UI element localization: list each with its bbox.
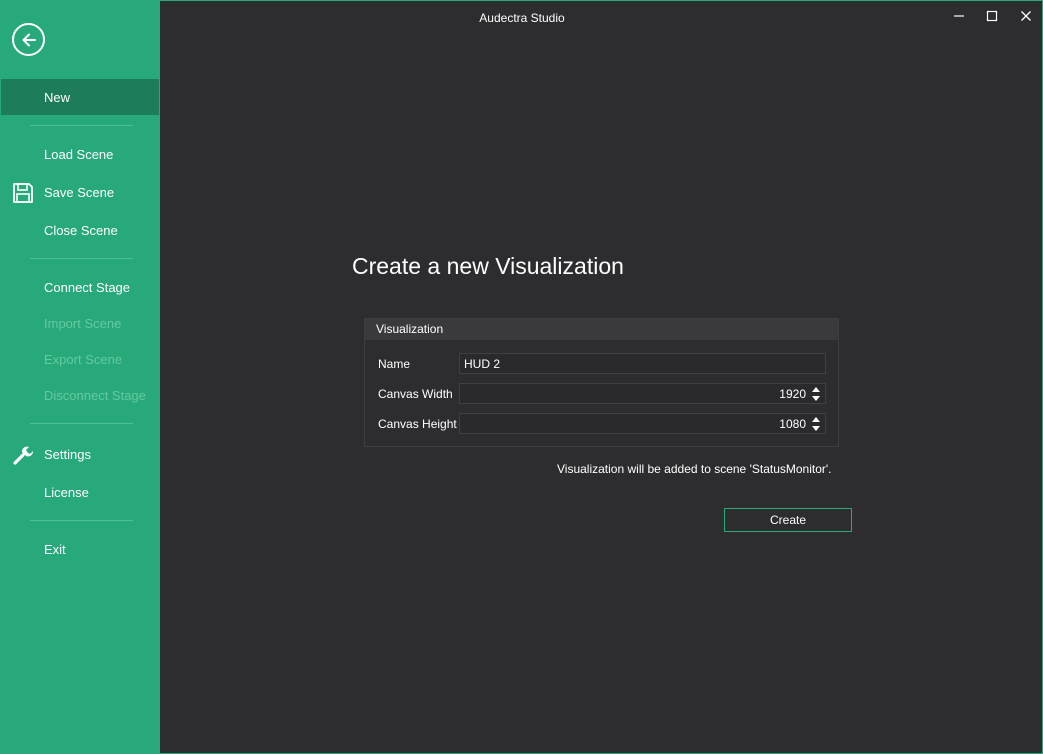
- maximize-icon: [986, 10, 998, 22]
- name-input[interactable]: [459, 353, 826, 374]
- sidebar-item-label: Disconnect Stage: [44, 387, 146, 403]
- maximize-button[interactable]: [981, 5, 1003, 27]
- sidebar-item-new[interactable]: New: [1, 79, 159, 115]
- sidebar-separator: [30, 125, 133, 126]
- sidebar-item-load-scene[interactable]: Load Scene: [1, 136, 159, 172]
- info-text: Visualization will be added to scene 'St…: [557, 462, 832, 476]
- sidebar-item-label: Save Scene: [44, 184, 115, 200]
- name-label: Name: [378, 357, 411, 371]
- back-button[interactable]: [12, 23, 45, 56]
- sidebar-item-label: Connect Stage: [44, 279, 131, 295]
- sidebar: New Load Scene Save Scene Close Scene Co…: [1, 1, 160, 753]
- canvas-width-label: Canvas Width: [378, 387, 453, 401]
- canvas-width-value: 1920: [779, 387, 806, 401]
- close-icon: [1021, 11, 1031, 21]
- sidebar-item-connect-stage[interactable]: Connect Stage: [1, 269, 159, 305]
- sidebar-item-settings[interactable]: Settings: [1, 436, 159, 472]
- sidebar-item-exit[interactable]: Exit: [1, 531, 159, 567]
- title-bar[interactable]: Audectra Studio: [160, 1, 1042, 35]
- sidebar-separator: [30, 258, 133, 259]
- visualization-group: Visualization Name Canvas Width 1920 Can…: [364, 318, 839, 447]
- sidebar-item-disconnect-stage: Disconnect Stage: [1, 377, 159, 413]
- sidebar-item-license[interactable]: License: [1, 474, 159, 510]
- sidebar-item-save-scene[interactable]: Save Scene: [1, 174, 159, 210]
- sidebar-item-export-scene: Export Scene: [1, 341, 159, 377]
- app-window: New Load Scene Save Scene Close Scene Co…: [0, 0, 1043, 754]
- sidebar-item-label: Settings: [44, 446, 91, 462]
- spin-arrows: [810, 385, 822, 402]
- sidebar-item-import-scene: Import Scene: [1, 305, 159, 341]
- close-button[interactable]: [1015, 5, 1037, 27]
- page-title: Create a new Visualization: [352, 253, 624, 279]
- create-button[interactable]: Create: [724, 508, 852, 532]
- spin-down-icon[interactable]: [812, 396, 820, 401]
- wrench-icon: [13, 446, 34, 465]
- floppy-disk-icon: [13, 183, 33, 203]
- arrow-left-circle-icon: [22, 33, 36, 46]
- sidebar-item-label: Export Scene: [44, 351, 123, 367]
- sidebar-item-label: Load Scene: [44, 146, 114, 162]
- sidebar-separator: [30, 520, 133, 521]
- sidebar-item-label: New: [44, 89, 71, 105]
- spin-up-icon[interactable]: [812, 417, 820, 422]
- canvas-height-label: Canvas Height: [378, 417, 457, 431]
- canvas-width-spinbox[interactable]: 1920: [459, 383, 826, 404]
- group-header: Visualization: [365, 319, 838, 340]
- sidebar-separator: [30, 423, 133, 424]
- spin-up-icon[interactable]: [812, 387, 820, 392]
- sidebar-item-label: Import Scene: [44, 315, 122, 331]
- spin-arrows: [810, 415, 822, 432]
- canvas-height-value: 1080: [779, 417, 806, 431]
- minimize-button[interactable]: [948, 5, 970, 27]
- sidebar-item-label: Close Scene: [44, 222, 118, 238]
- sidebar-item-label: Exit: [44, 541, 66, 557]
- minimize-icon: [954, 15, 964, 17]
- canvas-height-spinbox[interactable]: 1080: [459, 413, 826, 434]
- sidebar-item-label: License: [44, 484, 89, 500]
- app-title: Audectra Studio: [479, 11, 565, 25]
- sidebar-item-close-scene[interactable]: Close Scene: [1, 212, 159, 248]
- spin-down-icon[interactable]: [812, 426, 820, 431]
